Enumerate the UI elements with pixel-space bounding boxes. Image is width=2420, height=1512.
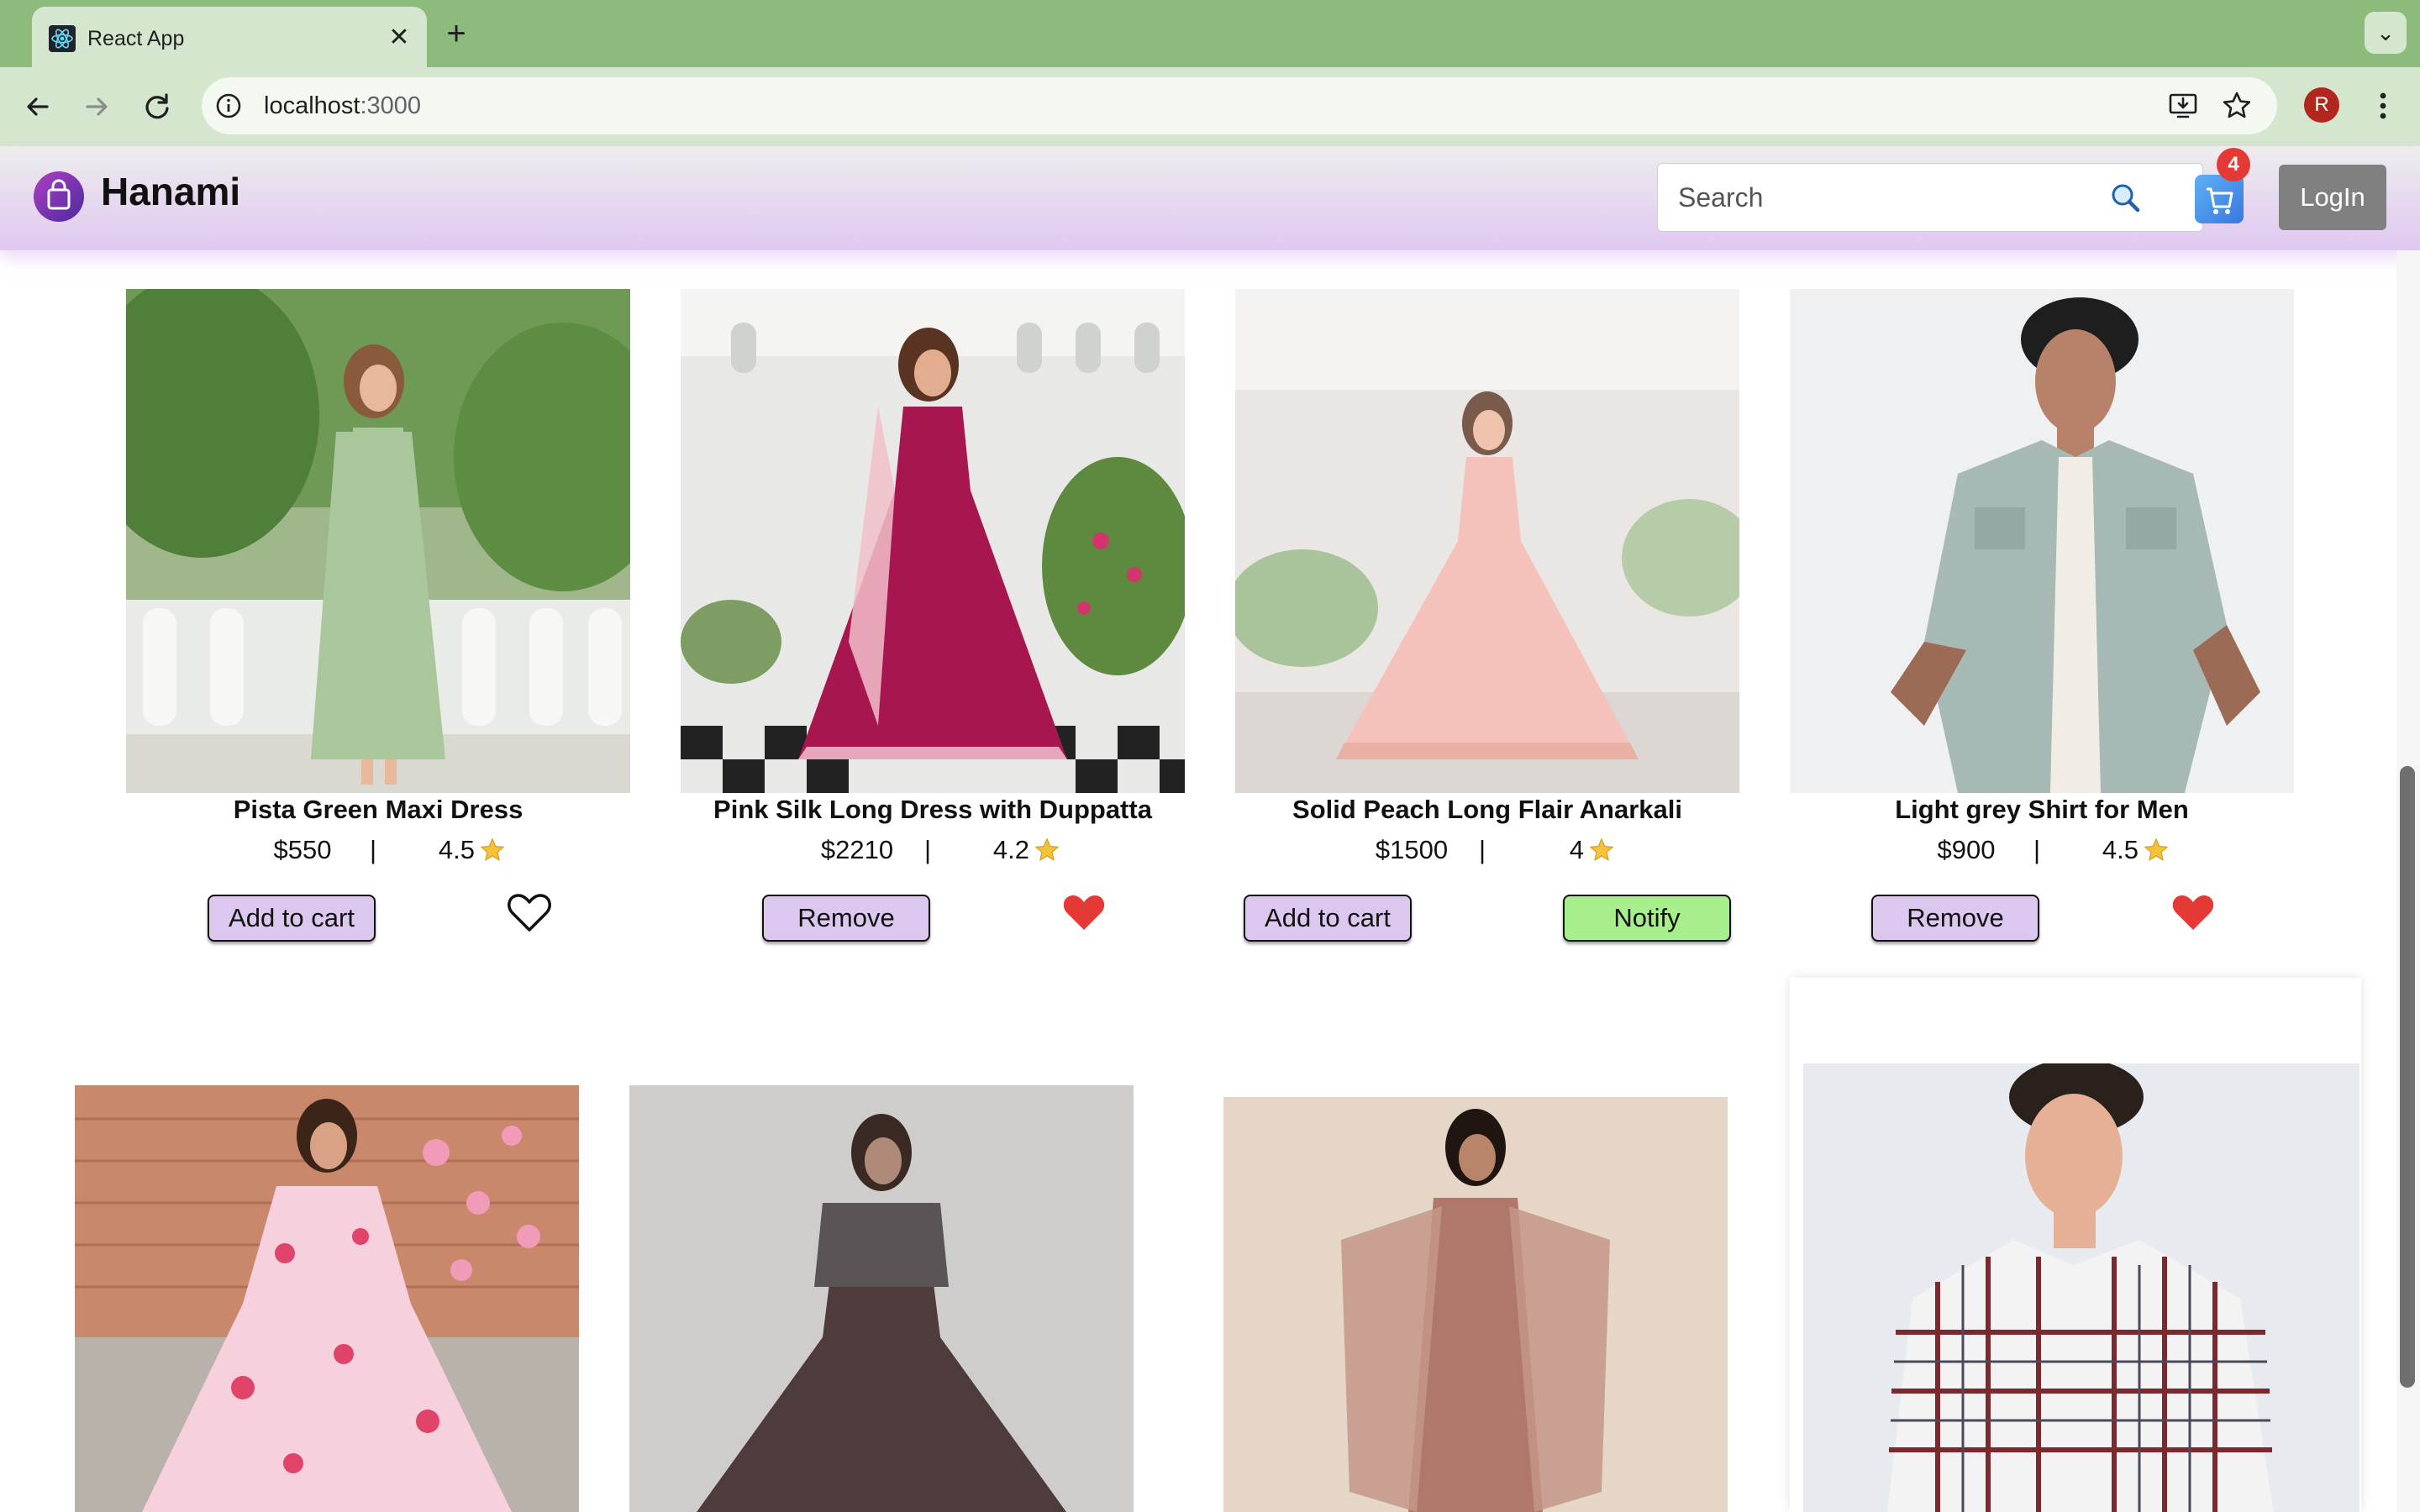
login-button[interactable]: LogIn xyxy=(2279,165,2386,230)
product-rating: 4.5 xyxy=(438,835,475,864)
site-info-icon[interactable] xyxy=(213,91,244,121)
tab-search-chevron-icon[interactable]: ⌄ xyxy=(2365,12,2407,54)
product-price: $550 xyxy=(273,835,332,864)
product-image[interactable] xyxy=(1803,1063,2360,1512)
star-icon xyxy=(2144,837,2169,862)
browser-tabstrip: React App ✕ + ⌄ xyxy=(0,0,2420,67)
meta-separator: | xyxy=(369,835,377,864)
notify-button[interactable]: Notify xyxy=(1563,895,1731,942)
meta-separator: | xyxy=(923,835,932,864)
product-rating: 4.5 xyxy=(2102,835,2139,864)
product-meta: $1500 | 4 xyxy=(1235,833,1739,867)
star-icon xyxy=(480,837,505,862)
meta-separator: | xyxy=(2033,835,2041,864)
tab-title: React App xyxy=(87,27,185,50)
product-price: $900 xyxy=(1937,835,1996,864)
shopping-cart-icon xyxy=(2207,187,2233,214)
product-image[interactable] xyxy=(1223,1097,1728,1512)
cart-count-badge: 4 xyxy=(2217,148,2250,181)
star-icon xyxy=(1589,837,1614,862)
product-card xyxy=(1790,978,2361,1512)
star-icon xyxy=(1034,837,1060,862)
url-host: localhost xyxy=(264,92,360,119)
product-meta: $2210 | 4.2 xyxy=(681,833,1185,867)
product-price: $1500 xyxy=(1375,835,1449,864)
product-meta: $550 | 4.5 xyxy=(126,833,630,867)
product-rating: 4 xyxy=(1569,835,1584,864)
product-image[interactable] xyxy=(681,289,1185,793)
search-icon[interactable] xyxy=(2109,181,2143,215)
heart-filled-icon[interactable] xyxy=(2170,890,2217,934)
back-arrow-icon[interactable] xyxy=(18,87,57,126)
product-name: Pink Silk Long Dress with Duppatta xyxy=(713,795,1152,824)
search-input[interactable] xyxy=(1660,165,2130,229)
forward-arrow-icon[interactable] xyxy=(77,87,116,126)
add-to-cart-button[interactable]: Add to cart xyxy=(208,895,376,942)
browser-tab[interactable]: React App ✕ xyxy=(32,7,427,67)
app-header: Hanami 4 LogIn xyxy=(0,146,2420,250)
product-image[interactable] xyxy=(1790,289,2294,793)
product-rating: 4.2 xyxy=(992,835,1029,864)
product-price: $2210 xyxy=(820,835,894,864)
shopping-bag-icon xyxy=(47,179,71,210)
address-bar[interactable]: localhost:3000 xyxy=(202,77,2277,134)
product-image[interactable] xyxy=(1235,289,1739,793)
profile-avatar[interactable]: R xyxy=(2304,87,2339,123)
heart-outline-icon[interactable] xyxy=(506,890,553,934)
hanami-logo[interactable] xyxy=(34,171,84,222)
react-logo-icon xyxy=(49,25,76,52)
product-name: Light grey Shirt for Men xyxy=(1895,795,2189,824)
brand-title[interactable]: Hanami xyxy=(101,168,240,215)
remove-from-cart-button[interactable]: Remove xyxy=(1871,895,2039,942)
browser-toolbar: localhost:3000 xyxy=(0,67,2420,146)
page-scrollbar-thumb[interactable] xyxy=(2400,766,2415,1388)
add-to-cart-button[interactable]: Add to cart xyxy=(1244,895,1412,942)
product-image[interactable] xyxy=(75,1085,579,1512)
url-text[interactable]: localhost:3000 xyxy=(264,92,421,119)
url-port: :3000 xyxy=(360,92,422,119)
new-tab-icon[interactable]: + xyxy=(439,17,474,52)
cart-button[interactable] xyxy=(2195,175,2244,223)
meta-separator: | xyxy=(1478,835,1486,864)
product-image[interactable] xyxy=(126,289,630,793)
product-name: Solid Peach Long Flair Anarkali xyxy=(1292,795,1682,824)
product-name: Pista Green Maxi Dress xyxy=(233,795,523,824)
heart-filled-icon[interactable] xyxy=(1060,890,1107,934)
product-meta: $900 | 4.5 xyxy=(1790,833,2294,867)
install-app-icon[interactable] xyxy=(2166,89,2200,123)
remove-from-cart-button[interactable]: Remove xyxy=(762,895,930,942)
product-image[interactable] xyxy=(629,1085,1134,1512)
tab-close-icon[interactable]: ✕ xyxy=(383,22,415,54)
reload-icon[interactable] xyxy=(138,87,176,126)
bookmark-star-icon[interactable] xyxy=(2220,89,2254,123)
browser-menu-icon[interactable] xyxy=(2368,87,2398,124)
